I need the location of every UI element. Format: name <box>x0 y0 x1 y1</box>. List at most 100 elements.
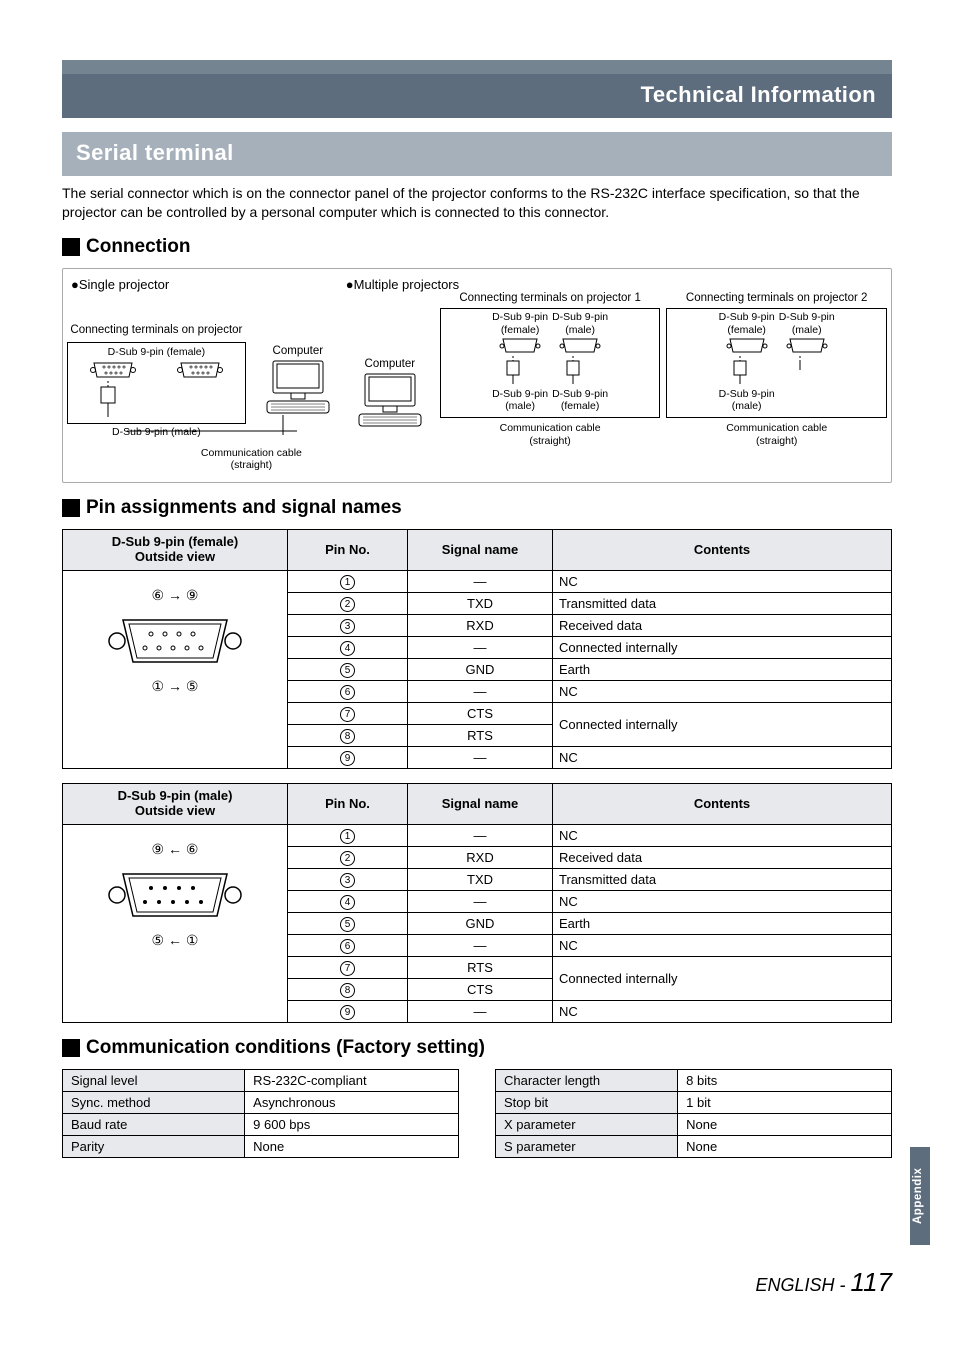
pin-circle: 7 <box>340 707 355 722</box>
bullet-square <box>62 1039 80 1057</box>
contents: Received data <box>553 614 892 636</box>
computer-icon <box>357 372 423 428</box>
pin-dir-f-top: ⑥ → ⑨ <box>69 587 281 604</box>
computer-label: Computer <box>346 358 434 372</box>
intro-text: The serial connector which is on the con… <box>62 184 892 222</box>
comm-key: Parity <box>63 1135 245 1157</box>
comm-key: Baud rate <box>63 1113 245 1135</box>
contents: Transmitted data <box>553 868 892 890</box>
sig-name: — <box>408 680 553 702</box>
dsub-port-icon <box>499 338 541 354</box>
contents: Connected internally <box>553 956 892 1000</box>
cable-label: Communication cable (straight) <box>666 422 887 447</box>
pin-circle: 5 <box>340 663 355 678</box>
computer-icon <box>265 359 331 415</box>
pin-no: 1 <box>288 570 408 592</box>
comm-val: 1 bit <box>678 1091 892 1113</box>
comm-key: Character length <box>496 1069 678 1091</box>
th-pin: Pin No. <box>288 783 408 824</box>
view-diagram-female: ⑥ → ⑨ ① → ⑤ <box>63 570 288 768</box>
contents: Received data <box>553 846 892 868</box>
plug-icon <box>552 356 594 384</box>
pin-circle: 8 <box>340 729 355 744</box>
comm-val: None <box>245 1135 459 1157</box>
pin-circle: 9 <box>340 751 355 766</box>
th-view-m: D-Sub 9-pin (male) Outside view <box>63 783 288 824</box>
comm-key: Stop bit <box>496 1091 678 1113</box>
sig-name: — <box>408 570 553 592</box>
pin-circle: 2 <box>340 851 355 866</box>
section-title: Serial terminal <box>62 132 892 176</box>
pin-circle: 9 <box>340 1005 355 1020</box>
plug-icon <box>492 356 534 384</box>
comm-val: None <box>678 1113 892 1135</box>
contents: Transmitted data <box>553 592 892 614</box>
dsub-m-small: D-Sub 9-pin (male) <box>492 388 548 413</box>
contents: NC <box>553 824 892 846</box>
subhead-connection-label: Connection <box>86 236 191 258</box>
sig-name: — <box>408 1000 553 1022</box>
sig-name: RXD <box>408 614 553 636</box>
dsub-female-icon <box>105 614 245 668</box>
cable-label: Communication cable (straight) <box>67 447 346 472</box>
sig-name: — <box>408 934 553 956</box>
th-sig: Signal name <box>408 783 553 824</box>
sig-name: — <box>408 746 553 768</box>
contents: NC <box>553 890 892 912</box>
subhead-comm-label: Communication conditions (Factory settin… <box>86 1037 485 1059</box>
contents: Earth <box>553 658 892 680</box>
contents: Connected internally <box>553 636 892 658</box>
pin-circle: 2 <box>340 597 355 612</box>
sig-name: CTS <box>408 978 553 1000</box>
sig-name: — <box>408 890 553 912</box>
cable-line-icon <box>74 381 239 417</box>
th-pin: Pin No. <box>288 529 408 570</box>
plug-icon <box>719 356 761 384</box>
dsub-m-small: D-Sub 9-pin (male) <box>779 311 835 336</box>
pin-circle: 8 <box>340 983 355 998</box>
comm-key: Signal level <box>63 1069 245 1091</box>
pin-table-female: D-Sub 9-pin (female) Outside view Pin No… <box>62 529 892 769</box>
bullet-square <box>62 238 80 256</box>
pin-circle: 1 <box>340 575 355 590</box>
pin-dir-m-bot: ⑤ ← ① <box>69 932 281 949</box>
contents: NC <box>553 680 892 702</box>
sig-name: — <box>408 636 553 658</box>
contents: Earth <box>553 912 892 934</box>
pin-circle: 6 <box>340 685 355 700</box>
dsub-port-icon <box>726 338 768 354</box>
contents: NC <box>553 1000 892 1022</box>
sig-name: CTS <box>408 702 553 724</box>
comm-val: None <box>678 1135 892 1157</box>
pin-circle: 6 <box>340 939 355 954</box>
dsub-f-small: D-Sub 9-pin (female) <box>552 388 608 413</box>
sig-name: RTS <box>408 724 553 746</box>
comm-val: 9 600 bps <box>245 1113 459 1135</box>
pin-circle: 7 <box>340 961 355 976</box>
th-sig: Signal name <box>408 529 553 570</box>
th-cont: Contents <box>553 783 892 824</box>
conn-term-on-projector: Connecting terminals on projector <box>67 324 246 338</box>
page-title-bar: Technical Information <box>62 60 892 118</box>
dsub-m-small: D-Sub 9-pin (male) <box>552 311 608 336</box>
comm-key: Sync. method <box>63 1091 245 1113</box>
bullet-square <box>62 499 80 517</box>
comm-table-right: Character length8 bits Stop bit1 bit X p… <box>495 1069 892 1158</box>
conn-term-proj2: Connecting terminals on projector 2 <box>666 292 887 306</box>
sig-name: TXD <box>408 868 553 890</box>
comm-key: S parameter <box>496 1135 678 1157</box>
communication-conditions: Signal levelRS-232C-compliant Sync. meth… <box>62 1069 892 1158</box>
th-cont: Contents <box>553 529 892 570</box>
contents: NC <box>553 934 892 956</box>
plug-icon <box>779 356 821 370</box>
comm-val: RS-232C-compliant <box>245 1069 459 1091</box>
pin-circle: 3 <box>340 873 355 888</box>
dsub-port-icon <box>90 361 136 379</box>
pin-circle: 5 <box>340 917 355 932</box>
sig-name: RTS <box>408 956 553 978</box>
view-diagram-male: ⑨ ← ⑥ ⑤ ← ① <box>63 824 288 1022</box>
subhead-pins: Pin assignments and signal names <box>62 497 892 519</box>
subhead-pins-label: Pin assignments and signal names <box>86 497 402 519</box>
pin-circle: 4 <box>340 641 355 656</box>
subhead-connection: Connection <box>62 236 892 258</box>
